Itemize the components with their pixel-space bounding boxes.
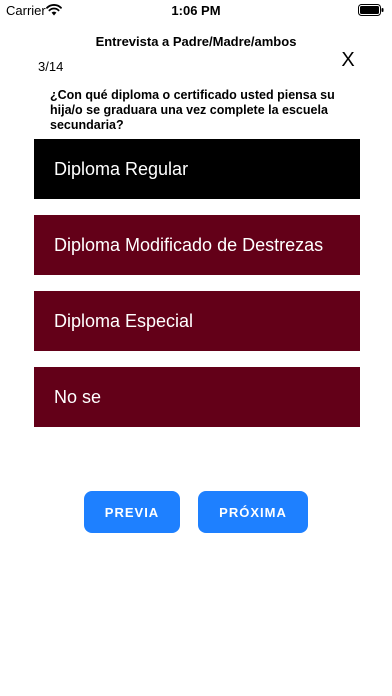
option-no-se[interactable]: No se	[34, 367, 360, 427]
screen-title: Entrevista a Padre/Madre/ambos	[95, 34, 297, 49]
previous-button[interactable]: PREVIA	[84, 491, 180, 533]
answer-options: Diploma Regular Diploma Modificado de De…	[34, 139, 360, 443]
close-button[interactable]: X	[336, 48, 360, 72]
next-button[interactable]: PRÓXIMA	[198, 491, 308, 533]
progress-counter: 3/14	[38, 59, 64, 74]
battery-icon	[358, 4, 384, 16]
option-diploma-especial[interactable]: Diploma Especial	[34, 291, 360, 351]
question-text: ¿Con qué diploma o certificado usted pie…	[50, 88, 335, 132]
option-diploma-modificado[interactable]: Diploma Modificado de Destrezas	[34, 215, 360, 275]
status-time: 1:06 PM	[171, 3, 221, 18]
option-diploma-regular[interactable]: Diploma Regular	[34, 139, 360, 199]
status-bar: Carrier 1:06 PM	[0, 0, 392, 22]
